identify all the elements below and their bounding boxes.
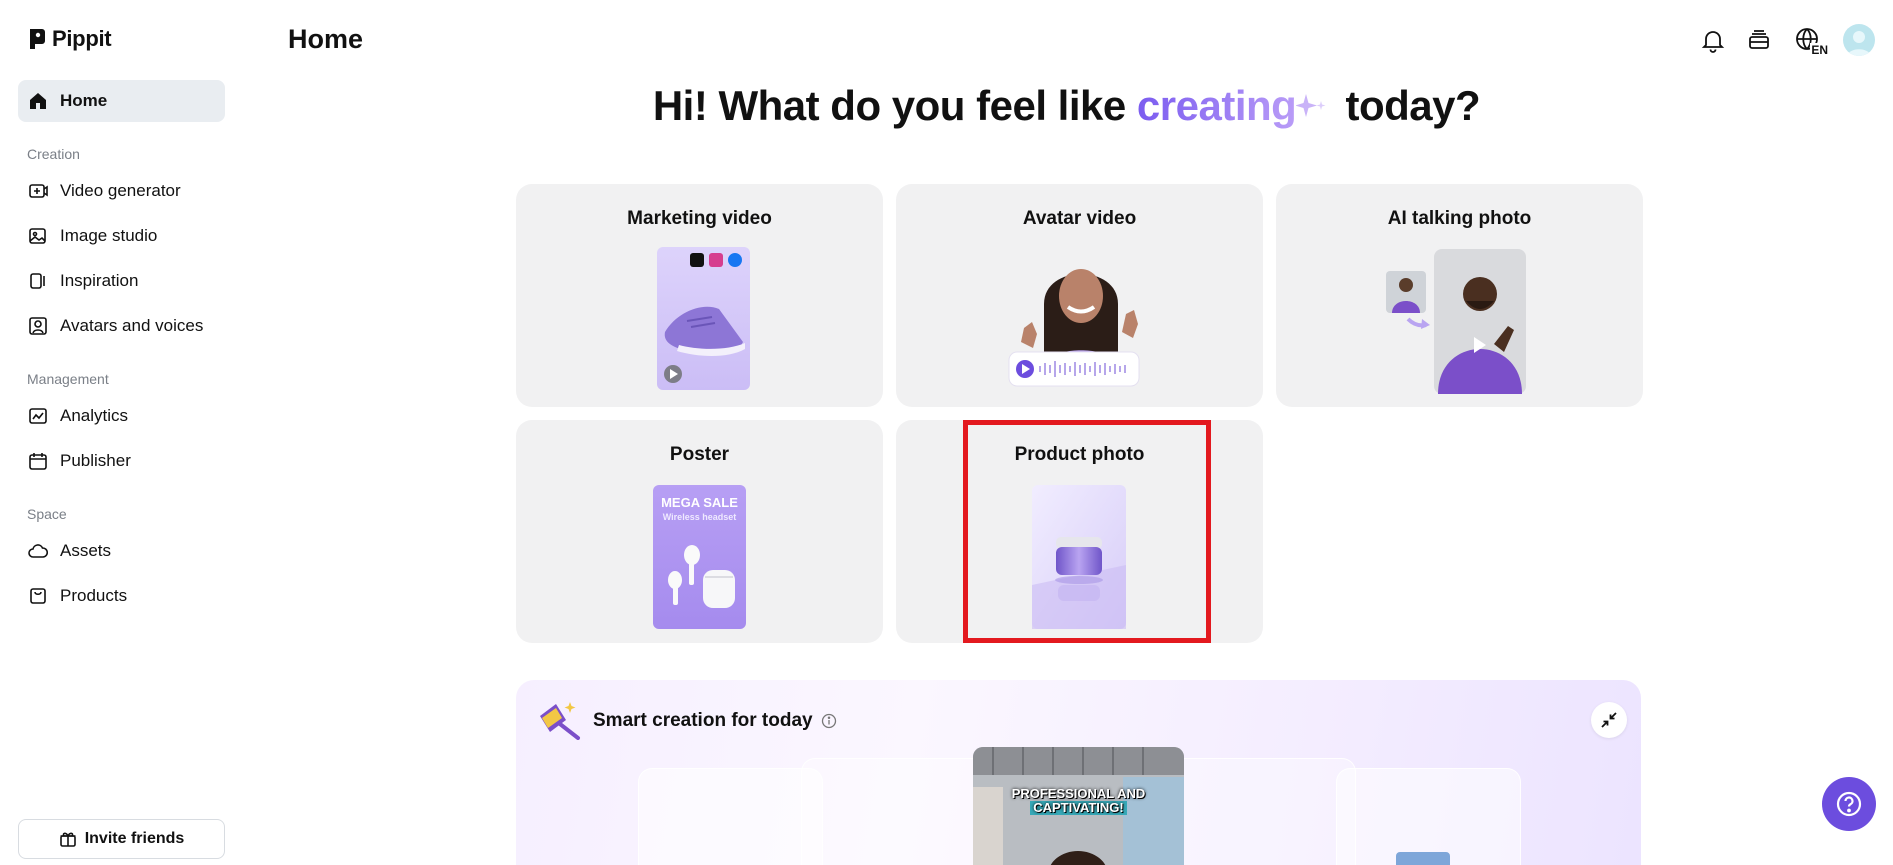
product-photo-preview (1032, 485, 1126, 629)
sidebar-item-label: Inspiration (60, 271, 139, 290)
sidebar-item-label: Assets (60, 541, 112, 560)
sidebar-item-publisher[interactable]: Publisher (18, 440, 225, 482)
card-title: Product photo (1014, 444, 1145, 465)
video-caption-line-2: CAPTIVATING! (1030, 801, 1127, 815)
featured-video-thumbnail[interactable]: PROFESSIONAL AND CAPTIVATING! (973, 747, 1184, 865)
ai-talking-photo-preview (1386, 249, 1526, 394)
sidebar-item-home[interactable]: Home (18, 80, 225, 122)
analytics-icon (29, 408, 47, 424)
suggestion-card[interactable] (638, 768, 823, 865)
card-poster[interactable]: Poster MEGA SALE Wireless headset (516, 420, 883, 643)
home-icon (30, 93, 46, 109)
card-title: Marketing video (627, 208, 772, 229)
hero-accent-word: creating (1136, 82, 1297, 129)
app-logo[interactable]: Pippit (28, 26, 112, 52)
sidebar-item-label: Publisher (60, 451, 131, 470)
sidebar-item-avatars-voices[interactable]: Avatars and voices (18, 305, 225, 347)
sidebar-item-products[interactable]: Products (18, 575, 225, 617)
cloud-icon (28, 544, 48, 558)
help-question-icon (1836, 791, 1862, 817)
invite-friends-label: Invite friends (84, 830, 185, 847)
card-ai-talking-photo[interactable]: AI talking photo (1276, 184, 1643, 407)
cosmetic-jar-image-icon (1032, 485, 1126, 629)
card-avatar-video[interactable]: Avatar video (896, 184, 1263, 407)
woman-avatar-image-icon (1008, 269, 1140, 387)
poster-art-subtitle: Wireless headset (662, 512, 737, 522)
sparkle-icon (1296, 94, 1326, 117)
section-label-management: Management (27, 371, 109, 387)
language-button[interactable]: EN (1791, 26, 1829, 57)
poster-preview: MEGA SALE Wireless headset (653, 485, 746, 629)
language-badge: EN (1810, 43, 1829, 57)
bell-icon (1701, 31, 1725, 53)
hero-text-before: Hi! What do you feel like (652, 82, 1137, 129)
card-marketing-video[interactable]: Marketing video (516, 184, 883, 407)
sidebar-item-label: Video generator (60, 181, 181, 200)
app-name: Pippit (52, 26, 112, 51)
gift-icon (59, 832, 76, 847)
magic-wand-icon (540, 702, 580, 740)
suggestion-card[interactable] (1336, 768, 1521, 865)
sidebar-item-video-generator[interactable]: Video generator (18, 170, 225, 212)
sidebar-item-label: Image studio (60, 226, 158, 245)
collapse-button[interactable] (1591, 702, 1627, 738)
card-title: AI talking photo (1387, 208, 1532, 229)
sneaker-image-icon (657, 247, 750, 390)
sidebar-item-label: Products (60, 586, 128, 605)
section-label-creation: Creation (27, 146, 80, 162)
card-product-photo[interactable]: Product photo (896, 420, 1263, 643)
product-box-icon (30, 588, 46, 604)
header-actions: EN (1699, 24, 1875, 57)
marketing-video-preview (657, 247, 750, 390)
sidebar-item-assets[interactable]: Assets (18, 530, 225, 572)
layers-icon (1749, 30, 1769, 49)
image-edit-icon (29, 228, 46, 244)
calendar-icon (29, 453, 47, 470)
poster-art-title: MEGA SALE (661, 495, 738, 510)
info-icon[interactable] (821, 713, 837, 729)
avatar-icon (29, 317, 47, 335)
inspiration-icon (30, 273, 45, 289)
suggestion-thumbnail (1396, 852, 1450, 865)
sidebar-item-label: Avatars and voices (60, 316, 204, 335)
smart-creation-panel: Smart creation for today PROFESSIONAL AN… (516, 680, 1641, 865)
collapse-arrows-icon (1601, 712, 1617, 728)
invite-friends-button[interactable]: Invite friends (18, 819, 225, 859)
card-title: Poster (669, 444, 730, 465)
avatar-video-preview (1006, 244, 1156, 394)
smart-creation-title-text: Smart creation for today (593, 710, 813, 731)
user-avatar-icon (1847, 31, 1871, 56)
avatar[interactable] (1843, 24, 1875, 56)
talking-man-image-icon (1386, 249, 1526, 394)
sidebar-item-label: Home (60, 91, 108, 110)
section-label-space: Space (27, 506, 67, 522)
sidebar-item-inspiration[interactable]: Inspiration (18, 260, 225, 302)
help-button[interactable] (1822, 777, 1876, 831)
hero-text-after: today? (1334, 82, 1481, 129)
video-add-icon (29, 184, 48, 198)
sidebar-item-label: Analytics (60, 406, 129, 425)
sidebar: Pippit Home Creation Video generator Ima… (0, 0, 240, 865)
subscription-button[interactable] (1745, 26, 1773, 54)
notifications-button[interactable] (1699, 26, 1727, 54)
video-caption-line-1: PROFESSIONAL AND (1011, 786, 1146, 801)
card-title: Avatar video (1022, 208, 1137, 229)
smart-creation-title: Smart creation for today (593, 710, 837, 732)
hero-heading: Hi! What do you feel like creating today… (240, 82, 1893, 130)
sidebar-item-image-studio[interactable]: Image studio (18, 215, 225, 257)
video-caption: PROFESSIONAL AND CAPTIVATING! (973, 787, 1184, 815)
page-title: Home (288, 24, 364, 54)
pippit-logo-icon (30, 29, 45, 49)
sidebar-item-analytics[interactable]: Analytics (18, 395, 225, 437)
